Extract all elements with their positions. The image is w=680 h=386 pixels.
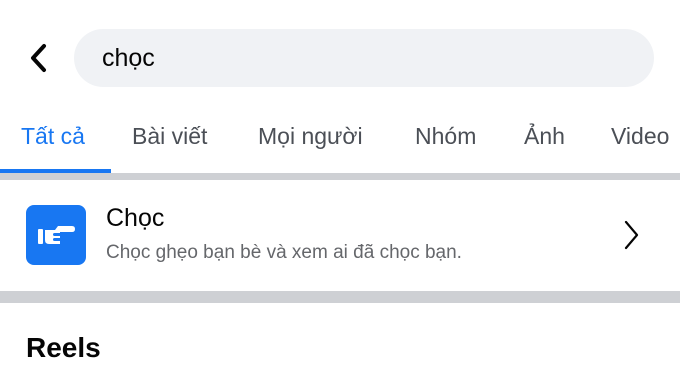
section-divider	[0, 291, 680, 303]
search-input[interactable]: chọc	[74, 29, 654, 87]
divider	[0, 173, 680, 180]
filter-tabs: Tất cả Bài viết Mọi người Nhóm Ảnh Video	[0, 110, 680, 173]
result-subtitle: Chọc ghẹo bạn bè và xem ai đã chọc bạn.	[106, 242, 462, 263]
tab-people[interactable]: Mọi người	[258, 123, 363, 150]
search-header: chọc	[0, 0, 680, 110]
poke-hand-icon	[26, 205, 86, 265]
tab-all[interactable]: Tất cả	[21, 123, 85, 150]
result-title: Chọc	[106, 204, 165, 232]
back-button[interactable]	[22, 40, 56, 76]
poke-result-row[interactable]: Chọc Chọc ghẹo bạn bè và xem ai đã chọc …	[0, 180, 680, 291]
tab-photos[interactable]: Ảnh	[524, 123, 565, 150]
tab-posts[interactable]: Bài viết	[132, 123, 207, 150]
tab-groups[interactable]: Nhóm	[415, 123, 476, 150]
search-query: chọc	[102, 44, 155, 72]
tab-videos[interactable]: Video	[611, 123, 669, 150]
chevron-left-icon	[31, 44, 46, 72]
chevron-right-icon	[624, 220, 639, 250]
reels-section-title: Reels	[26, 332, 101, 363]
